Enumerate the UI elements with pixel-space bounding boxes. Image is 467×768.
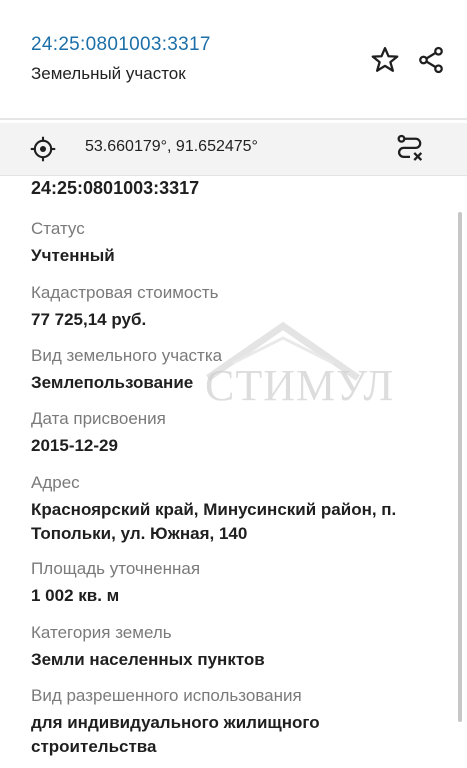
status-label: Статус [31,219,85,238]
coordinates-text[interactable]: 53.660179°, 91.652475° [85,138,258,156]
assignment-date-field: Дата присвоения 2015-12-29 [31,408,431,458]
object-type-label: Земельный участок [31,64,186,83]
star-icon[interactable] [368,43,402,77]
route-clear-icon[interactable] [393,131,427,165]
area-label: Площадь уточненная [31,559,201,578]
address-value: Красноярский край, Минусинский район, п.… [31,500,397,543]
scrollbar[interactable] [458,212,462,722]
assignment-date-value: 2015-12-29 [31,436,118,455]
watermark-text: СТИМУЛ [205,361,395,410]
header-divider [0,118,467,120]
cadastral-cost-label: Кадастровая стоимость [31,283,219,302]
area-field: Площадь уточненная 1 002 кв. м [31,558,431,608]
status-field: Статус Учтенный [31,218,431,268]
address-field: Адрес Красноярский край, Минусинский рай… [31,472,431,546]
share-icon[interactable] [414,43,448,77]
cadastral-cost-value: 77 725,14 руб. [31,310,147,329]
land-category-value: Земли населенных пунктов [31,650,265,669]
permitted-use-value: для индивидуального жилищного строительс… [31,713,320,756]
land-category-label: Категория земель [31,623,172,642]
permitted-use-field: Вид разрешенного использования для индив… [31,685,431,759]
status-value: Учтенный [31,246,115,265]
crosshair-target-icon[interactable] [26,132,60,166]
cadastral-number-link[interactable]: 24:25:0801003:3317 [31,34,211,56]
area-value: 1 002 кв. м [31,586,120,605]
permitted-use-label: Вид разрешенного использования [31,686,302,705]
cadastral-number-title: 24:25:0801003:3317 [31,178,200,198]
land-category-field: Категория земель Земли населенных пункто… [31,622,431,672]
cadastral-cost-field: Кадастровая стоимость 77 725,14 руб. [31,282,431,332]
coordinates-bar: 53.660179°, 91.652475° [0,123,467,176]
address-label: Адрес [31,473,80,492]
assignment-date-label: Дата присвоения [31,409,166,428]
object-header: 24:25:0801003:3317 Земельный участок [0,0,467,118]
